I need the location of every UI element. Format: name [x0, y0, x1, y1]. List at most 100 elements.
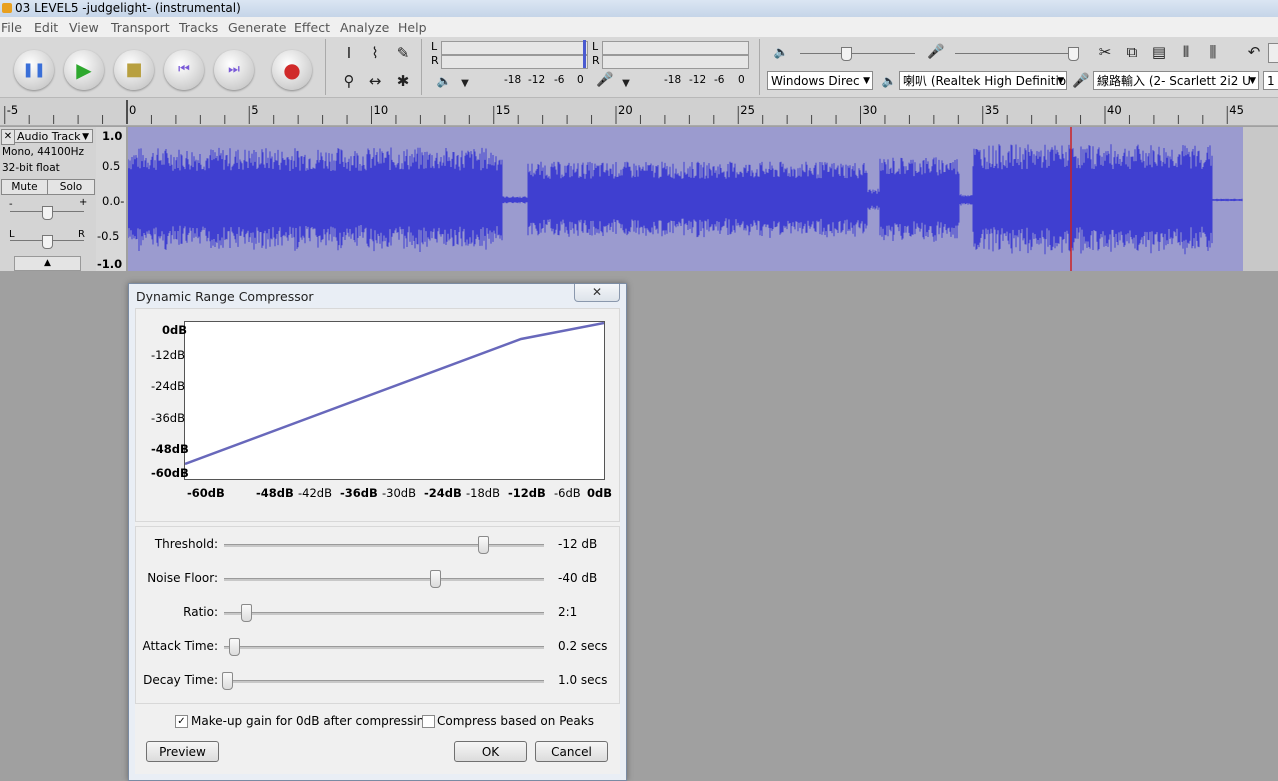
audio-host-value: Windows Direc [771, 74, 860, 88]
track-name-menu[interactable]: Audio Track ▼ [14, 129, 93, 143]
copy-icon[interactable]: ⧉ [1121, 41, 1143, 63]
collapse-track-button[interactable]: ▲ [14, 256, 81, 271]
compress-peaks-label: Compress based on Peaks [437, 714, 594, 728]
stop-button[interactable]: ■ [114, 50, 154, 90]
attack-time-slider[interactable] [224, 646, 544, 649]
amplitude-scale: 1.0 0.5 0.0- -0.5 -1.0 [96, 127, 126, 271]
timeline-ruler[interactable]: -5 0 5 10 15 20 25 30 35 40 45 [0, 98, 1278, 126]
decay-time-slider[interactable] [224, 680, 544, 683]
menu-edit[interactable]: Edit [34, 20, 58, 35]
track-name: Audio Track [17, 130, 81, 143]
noise-floor-slider-thumb[interactable] [430, 570, 442, 588]
ok-button[interactable]: OK [454, 741, 527, 762]
mute-button[interactable]: Mute [1, 179, 48, 195]
x-label-36: -36dB [340, 486, 378, 500]
threshold-value: -12 dB [558, 537, 598, 551]
waveform [128, 127, 1243, 271]
track-close-button[interactable]: ✕ [1, 129, 15, 145]
meter-scale-12: -12 [528, 74, 546, 86]
menu-file[interactable]: File [1, 20, 22, 35]
skip-start-button[interactable]: ⏮ [164, 50, 204, 90]
rec-meter-left-label: L [592, 40, 599, 53]
record-meter-left[interactable] [602, 41, 749, 55]
playback-meter-right[interactable] [441, 55, 588, 69]
cancel-button[interactable]: Cancel [535, 741, 608, 762]
cut-icon[interactable]: ✂ [1094, 41, 1116, 63]
scale-0-0: 0.0- [102, 194, 125, 208]
threshold-slider[interactable] [224, 544, 544, 547]
silence-icon[interactable]: ⫼ [1202, 41, 1224, 63]
input-volume-icon: 🎤 [927, 44, 945, 60]
threshold-slider-thumb[interactable] [478, 536, 490, 554]
ruler-label: -5 [6, 103, 19, 117]
meter-scale-18: -18 [504, 74, 522, 86]
meter-left-label: L [431, 40, 438, 53]
skip-end-button[interactable]: ⏭ [214, 50, 254, 90]
audio-host-select[interactable]: Windows Direc ▼ [767, 71, 873, 90]
output-device-value: 喇叭 (Realtek High Definitio [903, 74, 1067, 88]
record-meter-menu-icon[interactable]: ▼ [615, 73, 637, 95]
compress-peaks-checkbox[interactable] [422, 715, 435, 728]
draw-tool-icon[interactable]: ✎ [392, 42, 414, 64]
dialog-body: 0dB -12dB -24dB -36dB -48dB -60dB -60dB … [135, 308, 620, 774]
timeshift-tool-icon[interactable]: ↔ [364, 70, 386, 92]
ratio-slider-thumb[interactable] [241, 604, 253, 622]
skip-start-icon: ⏮ [178, 62, 190, 77]
menu-transport[interactable]: Transport [111, 20, 170, 35]
y-label-24: -24dB [151, 379, 185, 393]
preview-button[interactable]: Preview [146, 741, 219, 762]
pause-button[interactable]: ❚❚ [14, 50, 54, 90]
mic-meter-icon[interactable]: 🎤 [594, 69, 616, 91]
menu-help[interactable]: Help [398, 20, 427, 35]
input-volume-thumb[interactable] [1068, 47, 1079, 61]
x-label-60: -60dB [187, 486, 225, 500]
record-meter-right[interactable] [602, 55, 749, 69]
output-device-select[interactable]: 喇叭 (Realtek High Definitio ▼ [899, 71, 1067, 90]
output-volume-slider[interactable] [800, 53, 915, 54]
noise-floor-value: -40 dB [558, 571, 598, 585]
menu-view[interactable]: View [69, 20, 99, 35]
zoom-tool-icon[interactable]: ⚲ [338, 70, 360, 92]
menu-generate[interactable]: Generate [228, 20, 286, 35]
output-volume-thumb[interactable] [841, 47, 852, 61]
ratio-slider[interactable] [224, 612, 544, 615]
envelope-tool-icon[interactable]: ⌇ [364, 42, 386, 64]
pan-right-label: R [78, 229, 85, 240]
input-volume-slider[interactable] [955, 53, 1077, 54]
menu-tracks[interactable]: Tracks [179, 20, 218, 35]
makeup-gain-checkbox[interactable]: ✓ [175, 715, 188, 728]
pan-slider-thumb[interactable] [42, 235, 53, 249]
gain-slider-thumb[interactable] [42, 206, 53, 220]
multi-tool-icon[interactable]: ✱ [392, 70, 414, 92]
speaker-meter-icon[interactable]: 🔈 [433, 70, 455, 92]
y-label-36: -36dB [151, 411, 185, 425]
channels-select[interactable]: 1 ( [1263, 71, 1278, 90]
pan-left-label: L [9, 229, 15, 240]
input-device-select[interactable]: 線路輸入 (2- Scarlett 2i2 U ▼ [1093, 71, 1259, 90]
attack-time-slider-thumb[interactable] [228, 638, 240, 656]
decay-time-value: 1.0 secs [558, 673, 608, 687]
dialog-close-button[interactable]: ✕ [574, 284, 620, 302]
track-empty-area[interactable] [1243, 127, 1278, 271]
paste-icon[interactable]: ▤ [1148, 41, 1170, 63]
playback-meter-left[interactable] [441, 41, 588, 55]
chevron-down-icon: ▼ [82, 132, 89, 142]
playback-meter-menu-icon[interactable]: ▼ [454, 73, 476, 95]
play-button[interactable]: ▶ [64, 50, 104, 90]
trim-icon[interactable]: ⫴ [1175, 41, 1197, 63]
record-button[interactable]: ● [272, 50, 312, 90]
selection-tool-icon[interactable]: I [338, 42, 360, 64]
waveform-area[interactable] [128, 127, 1243, 271]
stop-icon: ■ [125, 59, 143, 80]
ruler-label: 10 [373, 103, 389, 117]
menu-analyze[interactable]: Analyze [340, 20, 389, 35]
undo-icon[interactable]: ↶ [1243, 41, 1265, 63]
rec-scale-18: -18 [664, 74, 682, 86]
channels-value: 1 ( [1267, 74, 1278, 88]
noise-floor-slider[interactable] [224, 578, 544, 581]
menu-effect[interactable]: Effect [294, 20, 330, 35]
decay-time-slider-thumb[interactable] [222, 672, 234, 690]
x-label-12: -12dB [508, 486, 546, 500]
output-device-icon: 🔈 [881, 74, 897, 88]
solo-button[interactable]: Solo [47, 179, 95, 195]
